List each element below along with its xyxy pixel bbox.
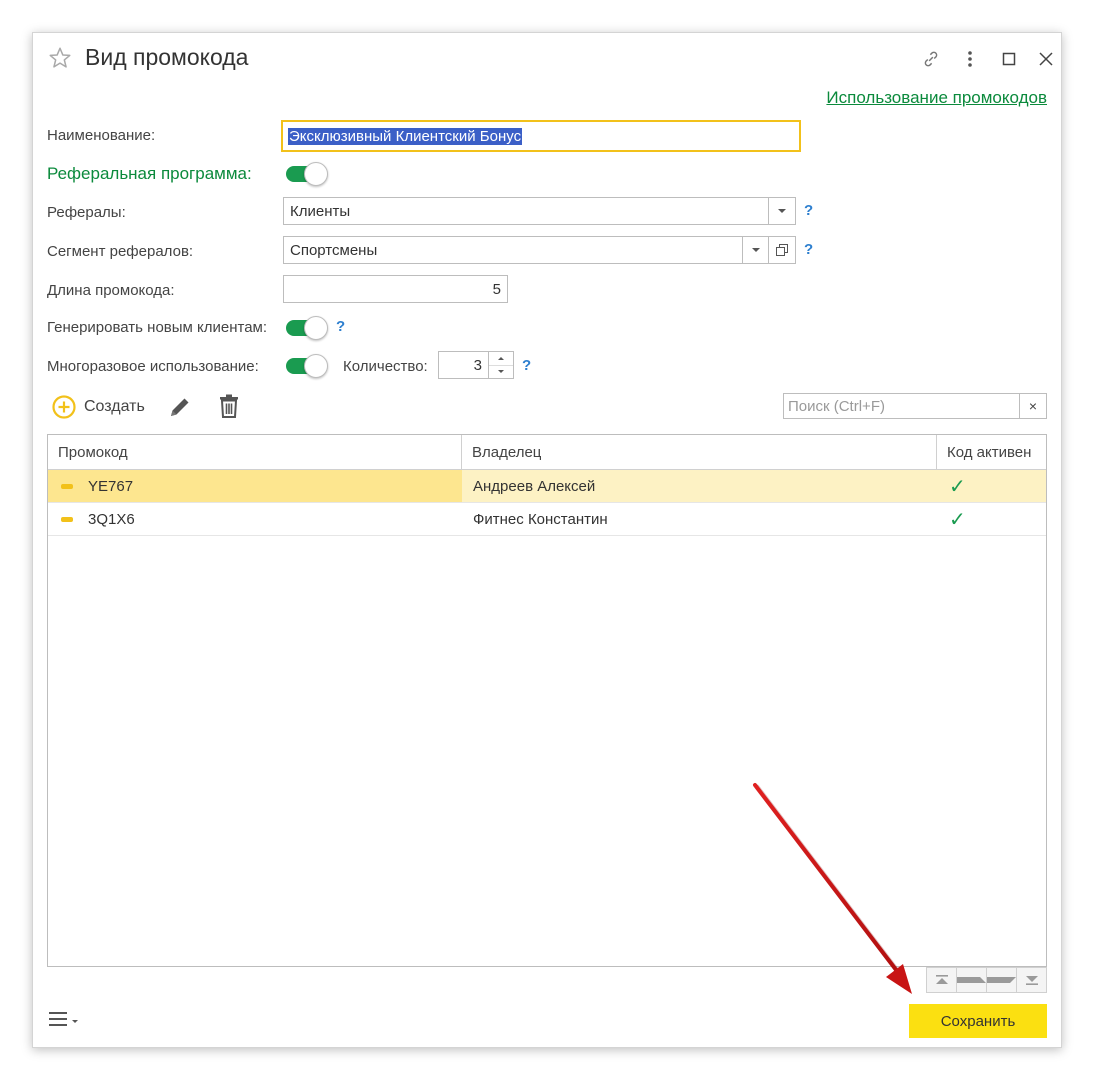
move-down-button[interactable] (986, 968, 1016, 992)
generate-toggle[interactable] (286, 316, 328, 340)
link-icon[interactable] (919, 47, 943, 71)
create-button[interactable]: Создать (51, 394, 145, 420)
table-nav-buttons (926, 967, 1047, 993)
trash-icon (220, 394, 238, 418)
segment-select[interactable]: Спортсмены (283, 236, 796, 264)
active-cell[interactable]: ✓ (937, 503, 1046, 535)
search-clear-button[interactable]: × (1019, 394, 1046, 418)
referrals-select[interactable]: Клиенты (283, 197, 796, 225)
column-header-owner[interactable]: Владелец (462, 435, 937, 469)
name-field[interactable]: Эксклюзивный Клиентский Бонус (281, 120, 801, 152)
key-icon (61, 516, 73, 522)
table-row[interactable]: YE767 Андреев Алексей ✓ (48, 470, 1046, 503)
referrals-select-value: Клиенты (290, 202, 351, 220)
owner-cell[interactable]: Фитнес Константин (462, 503, 937, 535)
window-title: Вид промокода (85, 44, 249, 70)
copy-icon[interactable] (768, 237, 795, 263)
delete-button[interactable] (217, 393, 241, 419)
multi-use-help[interactable]: ? (522, 357, 531, 374)
segment-help[interactable]: ? (804, 241, 813, 258)
code-cell[interactable]: YE767 (48, 470, 462, 502)
move-first-button[interactable] (927, 968, 956, 992)
name-label: Наименование: (47, 127, 156, 144)
table-row[interactable]: 3Q1X6 Фитнес Константин ✓ (48, 503, 1046, 536)
star-icon[interactable] (47, 45, 73, 71)
search-placeholder: Поиск (Ctrl+F) (788, 397, 885, 415)
segment-label: Сегмент рефералов: (47, 243, 194, 260)
code-value: 3Q1X6 (88, 510, 135, 528)
close-icon[interactable] (1034, 47, 1058, 71)
key-icon (61, 483, 73, 489)
referral-program-toggle[interactable] (286, 162, 328, 186)
save-button[interactable]: Сохранить (909, 1004, 1047, 1038)
move-last-button[interactable] (1016, 968, 1046, 992)
multi-use-toggle[interactable] (286, 354, 328, 378)
referrals-dropdown-button[interactable] (768, 198, 795, 224)
count-label: Количество: (343, 358, 428, 375)
create-button-label: Создать (84, 398, 145, 415)
segment-select-value: Спортсмены (290, 241, 378, 259)
code-value: YE767 (88, 477, 134, 495)
referrals-help[interactable]: ? (804, 202, 813, 219)
edit-button[interactable] (167, 394, 193, 420)
promo-usage-link[interactable]: Использование промокодов (826, 88, 1047, 108)
more-actions-menu[interactable] (49, 1011, 78, 1027)
check-icon: ✓ (949, 475, 966, 498)
count-spin-buttons[interactable] (488, 352, 513, 378)
length-label: Длина промокода: (47, 282, 175, 299)
title-bar: Вид промокода (33, 33, 1061, 85)
count-stepper[interactable]: 3 (438, 351, 514, 379)
name-field-value: Эксклюзивный Клиентский Бонус (288, 127, 523, 145)
length-field-value: 5 (492, 280, 501, 298)
referral-program-label: Реферальная программа: (47, 164, 252, 183)
length-field[interactable]: 5 (283, 275, 508, 303)
table-header: Промокод Владелец Код активен (48, 435, 1046, 470)
hamburger-menu-icon (49, 1012, 67, 1026)
generate-label: Генерировать новым клиентам: (47, 319, 268, 336)
chevron-down-icon (72, 1019, 78, 1023)
column-header-active[interactable]: Код активен (937, 435, 1047, 469)
segment-dropdown-button[interactable] (742, 237, 769, 263)
search-input[interactable]: Поиск (Ctrl+F) × (783, 393, 1047, 419)
pencil-icon (171, 398, 189, 416)
promo-codes-table: Промокод Владелец Код активен YE767 Андр… (47, 434, 1047, 967)
code-cell[interactable]: 3Q1X6 (48, 503, 462, 535)
more-vertical-icon[interactable] (958, 47, 982, 71)
generate-help[interactable]: ? (336, 318, 345, 335)
check-icon: ✓ (949, 508, 966, 531)
multi-use-label: Многоразовое использование: (47, 358, 259, 375)
promo-type-window: Вид промокода Использование промокодов Н… (32, 32, 1062, 1048)
referrals-label: Рефералы: (47, 204, 126, 221)
count-value: 3 (473, 356, 482, 374)
column-header-code[interactable]: Промокод (48, 435, 462, 469)
active-cell[interactable]: ✓ (937, 470, 1046, 502)
plus-circle-icon (52, 395, 76, 419)
move-up-button[interactable] (956, 968, 986, 992)
maximize-icon[interactable] (997, 47, 1021, 71)
owner-cell[interactable]: Андреев Алексей (462, 470, 937, 502)
